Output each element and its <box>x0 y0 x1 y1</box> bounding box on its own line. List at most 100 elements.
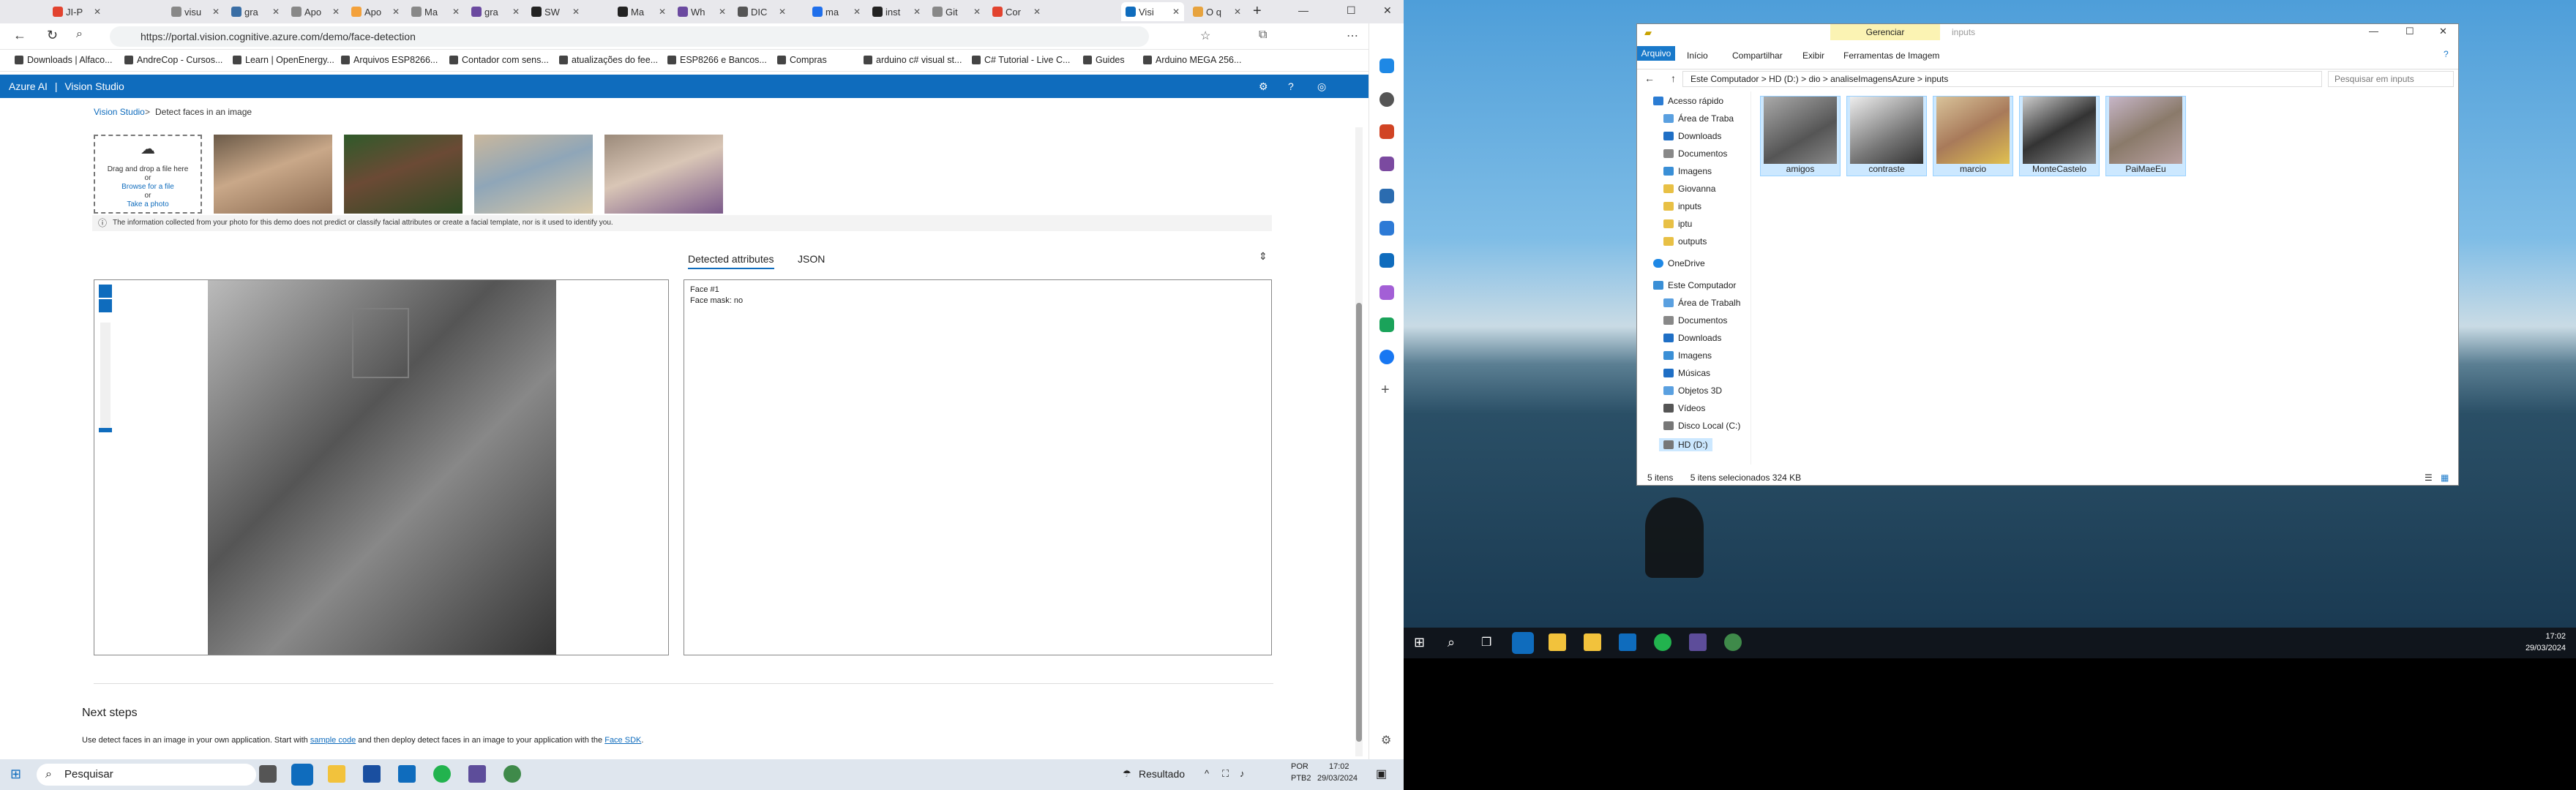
nav-item[interactable]: Documentos <box>1663 315 1727 326</box>
close-tab-icon[interactable]: ✕ <box>1033 7 1041 17</box>
sample-image[interactable] <box>344 135 463 214</box>
path-segment[interactable]: Este Computador <box>1690 74 1759 84</box>
browser-tab[interactable]: SW ✕ <box>527 2 584 21</box>
path-segment[interactable]: HD (D:) <box>1769 74 1799 84</box>
thumbnail-nav-icon[interactable] <box>99 285 112 298</box>
close-tab-icon[interactable]: ✕ <box>973 7 981 17</box>
keyboard-layout[interactable]: PTB2 <box>1291 774 1311 783</box>
close-tab-icon[interactable]: ✕ <box>719 7 726 17</box>
mail-taskbar-icon[interactable] <box>1619 633 1636 651</box>
clock-date[interactable]: 29/03/2024 <box>1317 774 1358 783</box>
app-taskbar-icon[interactable] <box>1724 633 1742 651</box>
edge-taskbar-icon[interactable] <box>291 764 313 786</box>
favorite-star-icon[interactable]: ☆ <box>1200 29 1210 43</box>
nav-item[interactable]: Imagens <box>1663 350 1712 361</box>
close-tab-icon[interactable]: ✕ <box>452 7 460 17</box>
outlook-icon[interactable] <box>1379 253 1394 268</box>
close-tab-icon[interactable]: ✕ <box>392 7 400 17</box>
tab-json[interactable]: JSON <box>798 253 825 265</box>
sample-image[interactable] <box>214 135 332 214</box>
close-window-icon[interactable]: ✕ <box>2439 26 2447 37</box>
bookmark-item[interactable]: Contador com sens... <box>449 55 549 65</box>
refresh-icon[interactable]: ↻ <box>47 28 58 43</box>
close-tab-icon[interactable]: ✕ <box>659 7 666 17</box>
help-icon[interactable]: ? <box>1288 75 1294 98</box>
ribbon-tab-view[interactable]: Exibir <box>1802 50 1824 61</box>
nav-item[interactable]: Área de Traba <box>1663 113 1734 124</box>
nav-item[interactable]: inputs <box>1663 201 1701 211</box>
browser-tab[interactable]: Git ✕ <box>928 2 985 21</box>
close-tab-icon[interactable]: ✕ <box>212 7 220 17</box>
address-bar[interactable]: Este Computador > HD (D:) > dio > analis… <box>1682 71 2322 87</box>
file-thumbnail[interactable]: marcio <box>1933 96 2013 176</box>
tab-detected-attributes[interactable]: Detected attributes <box>688 253 774 269</box>
nav-item[interactable]: Disco Local (C:) <box>1663 421 1740 431</box>
ribbon-tab-image-tools[interactable]: Ferramentas de Imagem <box>1843 50 1939 61</box>
nav-item[interactable]: Vídeos <box>1663 403 1705 413</box>
bookmark-item[interactable]: Arquivos ESP8266... <box>341 55 438 65</box>
browser-tab[interactable]: Apo ✕ <box>347 2 404 21</box>
whatsapp-taskbar-icon[interactable] <box>1654 633 1671 651</box>
network-icon[interactable]: ⛶ <box>1222 768 1229 780</box>
nav-item[interactable]: Objetos 3D <box>1663 385 1722 396</box>
face-sdk-link[interactable]: Face SDK <box>604 736 641 745</box>
settings-icon[interactable]: ⚙ <box>1381 733 1391 748</box>
back-icon[interactable]: ← <box>1644 72 1655 84</box>
close-tab-icon[interactable]: ✕ <box>332 7 340 17</box>
file-thumbnail[interactable]: PaiMaeEu <box>2105 96 2186 176</box>
path-segment[interactable]: inputs <box>1925 74 1948 84</box>
search-icon[interactable] <box>1379 92 1394 107</box>
nav-item[interactable]: Este Computador <box>1653 280 1736 290</box>
detected-face-box[interactable] <box>352 308 409 378</box>
take-photo-link[interactable]: Take a photo <box>95 200 201 209</box>
manage-tab[interactable]: Gerenciar <box>1830 24 1940 40</box>
browser-tab[interactable]: Apo ✕ <box>287 2 344 21</box>
url-field[interactable]: https://portal.vision.cognitive.azure.co… <box>110 26 1149 47</box>
nav-item[interactable]: iptu <box>1663 219 1692 229</box>
bookmark-item[interactable]: AndreCop - Cursos... <box>124 55 222 65</box>
tray-chevron-icon[interactable]: ^ <box>1205 768 1209 779</box>
nav-item[interactable]: Área de Trabalh <box>1663 298 1740 308</box>
collections-icon[interactable]: ⧉ <box>1259 29 1267 42</box>
shopping-icon[interactable] <box>1379 124 1394 139</box>
nav-item[interactable]: Giovanna <box>1663 184 1715 194</box>
copilot-icon[interactable] <box>1379 59 1394 73</box>
nav-item[interactable]: OneDrive <box>1653 258 1705 268</box>
breadcrumb-home[interactable]: Vision Studio <box>94 107 145 117</box>
upload-dropzone[interactable]: ☁ Drag and drop a file here or Browse fo… <box>94 135 202 214</box>
bookmark-item[interactable]: C# Tutorial - Live C... <box>972 55 1070 65</box>
designer-icon[interactable] <box>1379 285 1394 300</box>
clock[interactable]: 17:02 29/03/2024 <box>2526 631 2566 654</box>
nav-item[interactable]: outputs <box>1663 236 1707 247</box>
sample-image[interactable] <box>604 135 723 214</box>
bookmark-item[interactable]: ESP8266 e Bancos... <box>667 55 767 65</box>
settings-icon[interactable]: ⚙ <box>1259 75 1268 98</box>
bookmark-item[interactable]: arduino c# visual st... <box>864 55 962 65</box>
scrollbar-thumb[interactable] <box>1356 303 1362 742</box>
notification-icon[interactable]: ▣ <box>1376 767 1387 781</box>
volume-icon[interactable]: ♪ <box>1240 768 1245 779</box>
maximize-icon[interactable]: ☐ <box>2405 26 2414 37</box>
start-icon[interactable]: ⊞ <box>10 767 21 782</box>
zoom-slider-handle[interactable] <box>99 428 112 432</box>
close-window-icon[interactable]: ✕ <box>1383 4 1392 17</box>
drop-icon[interactable] <box>1379 317 1394 332</box>
maximize-icon[interactable]: ☐ <box>1347 4 1356 17</box>
close-tab-icon[interactable]: ✕ <box>1234 7 1241 17</box>
browser-tab[interactable]: Ma ✕ <box>613 2 670 21</box>
browser-tab[interactable]: visu ✕ <box>167 2 224 21</box>
close-tab-icon[interactable]: ✕ <box>1172 7 1180 17</box>
bookmark-item[interactable]: Guides <box>1083 55 1125 65</box>
browser-tab[interactable]: Cor ✕ <box>988 2 1045 21</box>
facebook-icon[interactable] <box>1379 350 1394 364</box>
task-view-icon[interactable]: ❐ <box>1481 635 1491 650</box>
thumbnail-nav-icon[interactable] <box>99 299 112 312</box>
path-segment[interactable]: dio <box>1808 74 1820 84</box>
browser-tab[interactable]: Ma ✕ <box>407 2 464 21</box>
help-icon[interactable]: ? <box>2444 49 2449 59</box>
language-indicator[interactable]: POR <box>1291 762 1308 771</box>
bookmark-item[interactable]: Learn | OpenEnergy... <box>233 55 334 65</box>
new-tab-icon[interactable]: + <box>1253 3 1262 20</box>
close-tab-icon[interactable]: ✕ <box>853 7 861 17</box>
file-explorer-taskbar-icon[interactable] <box>328 765 345 783</box>
